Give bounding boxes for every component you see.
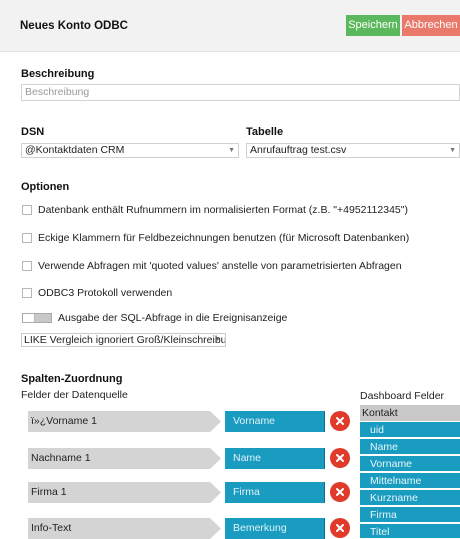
dashboard-field[interactable]: Titel: [360, 524, 460, 539]
close-circle-icon[interactable]: [330, 518, 350, 538]
table-label: Tabelle: [246, 126, 284, 138]
target-field[interactable]: Vorname: [225, 411, 325, 432]
close-circle-icon[interactable]: [330, 448, 350, 468]
description-label: Beschreibung: [21, 68, 95, 80]
options-label: Optionen: [21, 181, 70, 193]
source-field[interactable]: ï»¿Vorname 1: [28, 411, 221, 432]
source-fields-label: Felder der Datenquelle: [21, 389, 128, 401]
checkbox[interactable]: [22, 261, 32, 271]
cancel-button[interactable]: Abbrechen: [402, 15, 460, 36]
toggle-switch[interactable]: [22, 313, 52, 323]
dashboard-field[interactable]: uid: [360, 422, 460, 438]
dsn-select-value: @Kontaktdaten CRM: [25, 144, 125, 156]
like-compare-value: LIKE Vergleich ignoriert Groß/Kleinschre…: [24, 334, 226, 346]
checkbox[interactable]: [22, 205, 32, 215]
target-field[interactable]: Firma: [225, 482, 325, 503]
dashboard-group-header: Kontakt: [360, 405, 460, 421]
checkbox[interactable]: [22, 288, 32, 298]
option-sql-log-toggle[interactable]: Ausgabe der SQL-Abfrage in die Ereignisa…: [22, 311, 287, 325]
option-quoted-values[interactable]: Verwende Abfragen mit 'quoted values' an…: [22, 259, 402, 273]
table-select-value: Anrufauftrag test.csv: [250, 144, 347, 156]
option-label: Ausgabe der SQL-Abfrage in die Ereignisa…: [58, 312, 288, 324]
chevron-down-icon: ▼: [449, 147, 456, 154]
dsn-select[interactable]: @Kontaktdaten CRM ▼: [21, 143, 239, 158]
target-field[interactable]: Name: [225, 448, 325, 469]
chevron-down-icon: ▼: [214, 336, 221, 343]
target-field[interactable]: Bemerkung: [225, 518, 325, 539]
checkbox[interactable]: [22, 233, 32, 243]
option-label: ODBC3 Protokoll verwenden: [38, 287, 173, 299]
source-field[interactable]: Info-Text: [28, 518, 221, 539]
page-title: Neues Konto ODBC: [20, 20, 128, 32]
close-circle-icon[interactable]: [330, 411, 350, 431]
option-normalized-numbers[interactable]: Datenbank enthält Rufnummern im normalis…: [22, 203, 408, 217]
close-circle-icon[interactable]: [330, 482, 350, 502]
source-field[interactable]: Firma 1: [28, 482, 221, 503]
option-square-brackets[interactable]: Eckige Klammern für Feldbezeichnungen be…: [22, 231, 409, 245]
option-label: Verwende Abfragen mit 'quoted values' an…: [38, 260, 402, 272]
option-odbc3[interactable]: ODBC3 Protokoll verwenden: [22, 286, 172, 300]
table-select[interactable]: Anrufauftrag test.csv ▼: [246, 143, 460, 158]
source-field[interactable]: Nachname 1: [28, 448, 221, 469]
like-compare-select[interactable]: LIKE Vergleich ignoriert Groß/Kleinschre…: [21, 333, 226, 347]
description-input[interactable]: Beschreibung: [21, 84, 460, 101]
dashboard-field[interactable]: Firma: [360, 507, 460, 523]
option-label: Datenbank enthält Rufnummern im normalis…: [38, 204, 408, 216]
header-bar: Neues Konto ODBC Speichern Abbrechen: [0, 0, 460, 52]
option-label: Eckige Klammern für Feldbezeichnungen be…: [38, 232, 410, 244]
dashboard-fields-label: Dashboard Felder: [360, 390, 445, 402]
mapping-label: Spalten-Zuordnung: [21, 373, 123, 385]
dashboard-field[interactable]: Name: [360, 439, 460, 455]
save-button[interactable]: Speichern: [346, 15, 400, 36]
dashboard-field[interactable]: Vorname: [360, 456, 460, 472]
dashboard-field[interactable]: Kurzname: [360, 490, 460, 506]
dashboard-field[interactable]: Mittelname: [360, 473, 460, 489]
dsn-label: DSN: [21, 126, 45, 138]
chevron-down-icon: ▼: [228, 147, 235, 154]
